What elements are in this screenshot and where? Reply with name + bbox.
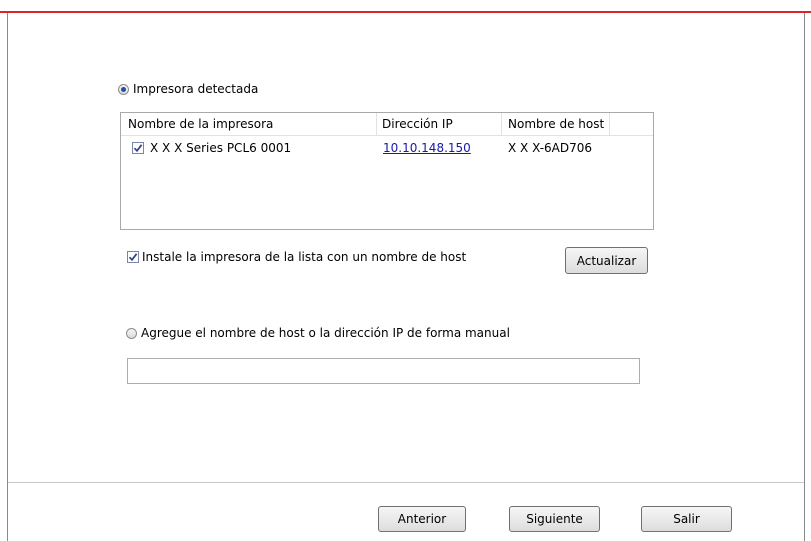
column-divider[interactable]: [609, 113, 610, 135]
check-icon: [133, 144, 143, 153]
window-right-border: [804, 13, 805, 541]
window-top-accent-border: [0, 11, 811, 13]
manual-host-ip-input[interactable]: [127, 358, 640, 384]
radio-selected-dot: [121, 87, 126, 92]
check-icon: [128, 253, 138, 262]
window-left-border: [7, 13, 8, 541]
detected-printer-radio[interactable]: [118, 84, 129, 95]
printer-list-header: Nombre de la impresora Dirección IP Nomb…: [121, 113, 653, 136]
printer-row-checkbox[interactable]: [132, 142, 144, 154]
ip-address-link[interactable]: 10.10.148.150: [383, 141, 471, 155]
footer-separator: [8, 482, 804, 483]
table-row[interactable]: X X X Series PCL6 0001 10.10.148.150 X X…: [121, 139, 653, 157]
host-name-cell: X X X-6AD706: [508, 141, 593, 155]
exit-button[interactable]: Salir: [641, 506, 732, 532]
column-divider[interactable]: [501, 113, 502, 135]
refresh-button[interactable]: Actualizar: [565, 247, 648, 274]
install-by-hostname-checkbox[interactable]: [127, 251, 139, 263]
printer-name-cell: X X X Series PCL6 0001: [150, 141, 292, 155]
next-button[interactable]: Siguiente: [509, 506, 600, 532]
manual-entry-label: Agregue el nombre de host o la dirección…: [141, 326, 510, 340]
install-by-hostname-label: Instale la impresora de la lista con un …: [142, 250, 467, 264]
detected-printer-label: Impresora detectada: [133, 82, 259, 96]
column-divider[interactable]: [376, 113, 377, 135]
column-header-printer-name[interactable]: Nombre de la impresora: [128, 117, 273, 131]
printer-list[interactable]: Nombre de la impresora Dirección IP Nomb…: [120, 112, 654, 230]
manual-entry-radio[interactable]: [126, 328, 137, 339]
column-header-ip-address[interactable]: Dirección IP: [382, 117, 453, 131]
back-button[interactable]: Anterior: [378, 506, 466, 532]
column-header-host-name[interactable]: Nombre de host: [508, 117, 604, 131]
